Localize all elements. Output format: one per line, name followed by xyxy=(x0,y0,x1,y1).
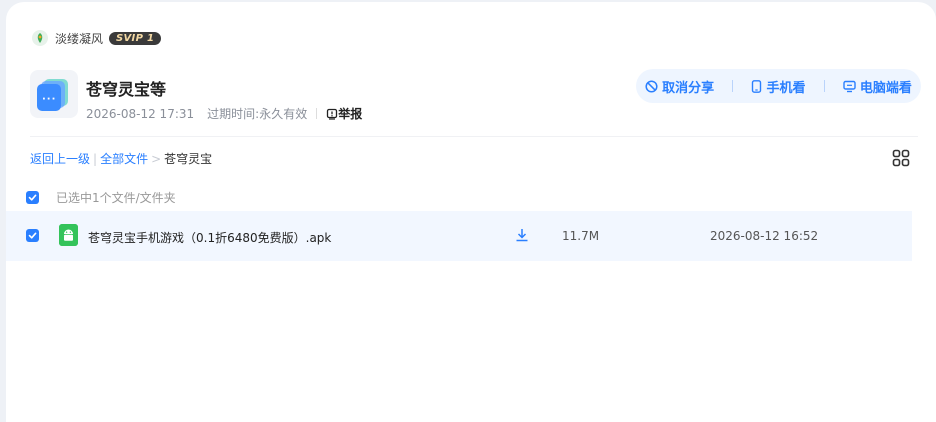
share-actions: 取消分享 手机看 电脑端看 xyxy=(636,69,921,103)
mobile-view-button[interactable]: 手机看 xyxy=(751,77,806,96)
report-label: 举报 xyxy=(338,107,363,121)
selection-summary: 已选中1个文件/文件夹 xyxy=(26,189,176,206)
sharer-name[interactable]: 淡缕凝风 xyxy=(55,30,103,47)
breadcrumb: 返回上一级 | 全部文件 > 苍穹灵宝 xyxy=(30,150,212,167)
mobile-view-label: 手机看 xyxy=(766,80,806,96)
breadcrumb-arrow: > xyxy=(151,151,162,166)
file-size: 11.7M xyxy=(562,229,600,243)
check-icon xyxy=(28,194,37,201)
meta-divider xyxy=(316,108,318,119)
apk-file-icon xyxy=(59,224,78,246)
file-date: 2026-08-12 16:52 xyxy=(710,229,819,243)
file-row[interactable]: 苍穹灵宝手机游戏（0.1折6480免费版）.apk 11.7M 2026-08-… xyxy=(6,211,912,261)
breadcrumb-pipe: | xyxy=(93,151,98,166)
file-name[interactable]: 苍穹灵宝手机游戏（0.1折6480免费版）.apk xyxy=(88,229,331,246)
avatar[interactable] xyxy=(32,30,48,46)
cancel-share-button[interactable]: 取消分享 xyxy=(645,77,714,96)
download-icon[interactable] xyxy=(514,227,530,243)
report-icon xyxy=(327,108,338,120)
breadcrumb-all-files-link[interactable]: 全部文件 xyxy=(100,150,148,167)
pc-view-button[interactable]: 电脑端看 xyxy=(843,77,912,96)
expire-value: 永久有效 xyxy=(259,107,308,121)
sharer-info: 淡缕凝风 SVIP 1 xyxy=(32,28,162,48)
breadcrumb-back-link[interactable]: 返回上一级 xyxy=(30,150,90,167)
phone-icon xyxy=(752,79,762,93)
forbidden-icon xyxy=(645,79,658,93)
monitor-icon xyxy=(843,80,856,92)
cancel-share-label: 取消分享 xyxy=(662,80,715,96)
grid-view-icon[interactable] xyxy=(892,149,910,167)
file-checkbox[interactable] xyxy=(26,229,39,242)
share-title: 苍穹灵宝等 xyxy=(86,80,167,99)
check-icon xyxy=(28,232,37,239)
folder-stack-icon: ··· xyxy=(30,70,78,118)
share-meta: 2026-08-12 17:31 过期时间: 永久有效 举报 xyxy=(86,105,362,122)
select-all-checkbox[interactable] xyxy=(26,191,39,204)
report-button[interactable]: 举报 xyxy=(326,105,362,122)
expire-label: 过期时间: xyxy=(207,107,260,121)
share-header: ··· 苍穹灵宝等 2026-08-12 17:31 过期时间: 永久有效 举报 xyxy=(30,70,362,122)
avatar-leaf-icon xyxy=(37,33,43,43)
selection-text: 已选中1个文件/文件夹 xyxy=(56,191,176,205)
share-date: 2026-08-12 17:31 xyxy=(86,106,195,121)
svip-badge: SVIP 1 xyxy=(109,31,162,45)
header-divider xyxy=(30,136,918,137)
action-divider xyxy=(732,80,734,92)
breadcrumb-current: 苍穹灵宝 xyxy=(164,152,213,166)
pc-view-label: 电脑端看 xyxy=(859,80,912,96)
action-divider xyxy=(823,80,825,92)
